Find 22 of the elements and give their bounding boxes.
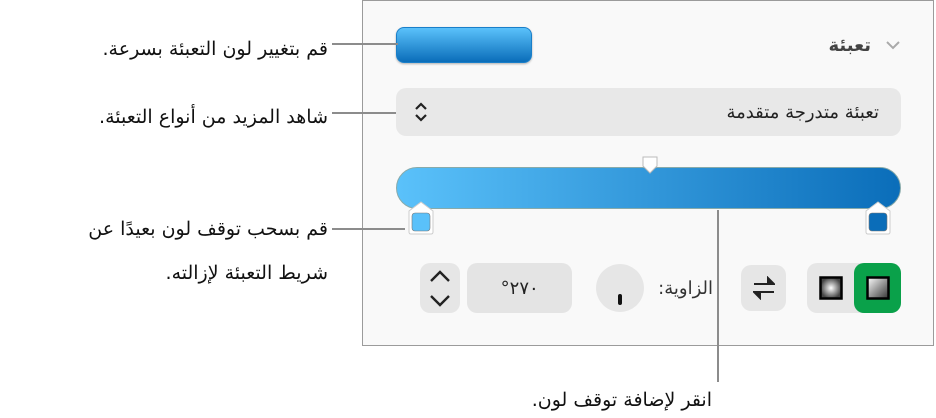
callout-text: قم بسحب توقف لون بعيدًا عن شريط التعبئة لإزالته. — [87, 217, 328, 286]
fill-type-popup[interactable]: تعبئة متدرجة متقدمة — [396, 88, 901, 136]
chevron-down-icon — [428, 294, 452, 308]
section-title: تعبئة — [828, 34, 871, 56]
gradient-type-option[interactable] — [854, 263, 901, 313]
up-down-icon — [414, 102, 428, 122]
chevron-up-icon — [428, 268, 452, 282]
leader-line — [332, 112, 396, 114]
reverse-button[interactable] — [741, 265, 786, 311]
callout-text: انقر لإضافة توقف لون. — [530, 388, 712, 413]
angle-field[interactable]: ٢٧٠° — [467, 263, 572, 313]
midpoint-handle[interactable] — [641, 156, 659, 174]
angle-label: الزاوية: — [658, 278, 713, 298]
color-well[interactable] — [396, 27, 532, 63]
callout-text: شاهد المزيد من أنواع التعبئة. — [98, 103, 328, 130]
leader-line — [332, 43, 398, 45]
swap-arrows-icon — [752, 276, 774, 300]
callout-text: قم بتغيير لون التعبئة بسرعة. — [102, 37, 328, 62]
gradient-bar[interactable] — [396, 167, 901, 209]
radial-gradient-icon — [818, 276, 842, 300]
angle-stepper[interactable] — [420, 263, 460, 313]
linear-gradient-icon — [866, 276, 890, 300]
